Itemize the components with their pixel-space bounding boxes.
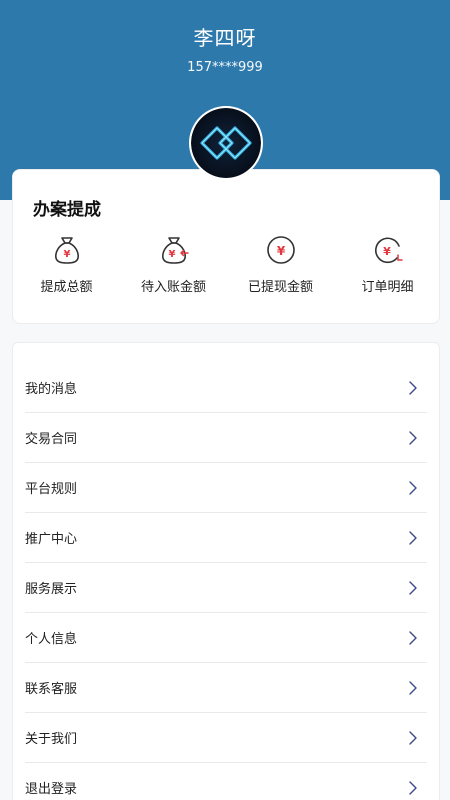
money-bag-incoming-icon: ¥ xyxy=(157,232,191,266)
chevron-right-icon xyxy=(407,380,419,396)
chevron-right-icon xyxy=(407,730,419,746)
yen-clock-icon: ¥ xyxy=(371,232,405,266)
menu-item-service-showcase[interactable]: 服务展示 xyxy=(25,563,427,613)
menu-item-contracts[interactable]: 交易合同 xyxy=(25,413,427,463)
menu-item-contact-support[interactable]: 联系客服 xyxy=(25,663,427,713)
menu-label: 推广中心 xyxy=(25,532,78,547)
menu-label: 个人信息 xyxy=(25,632,78,647)
chevron-right-icon xyxy=(407,630,419,646)
svg-text:¥: ¥ xyxy=(168,249,175,260)
menu-item-personal-info[interactable]: 个人信息 xyxy=(25,613,427,663)
menu-item-promotion-center[interactable]: 推广中心 xyxy=(25,513,427,563)
menu-label: 平台规则 xyxy=(25,482,78,497)
chevron-right-icon xyxy=(407,530,419,546)
chevron-right-icon xyxy=(407,580,419,596)
menu-label: 关于我们 xyxy=(25,732,78,747)
user-phone: 157****999 xyxy=(187,60,263,75)
stat-withdrawn-amount[interactable]: ¥ 已提现金额 xyxy=(227,232,334,302)
stat-label: 订单明细 xyxy=(361,280,414,295)
menu-list: 我的消息 交易合同 平台规则 推广中心 服务展示 个人信息 联系客服 关于我们 … xyxy=(12,342,440,800)
stat-order-details[interactable]: ¥ 订单明细 xyxy=(334,232,441,302)
chevron-right-icon xyxy=(407,680,419,696)
neon-diamond-logo-icon xyxy=(191,108,261,178)
menu-label: 交易合同 xyxy=(25,432,78,447)
commission-card: 办案提成 ¥ 提成总额 ¥ 待入账金额 ¥ 已提现金额 ¥ 订单明细 xyxy=(12,169,440,324)
chevron-right-icon xyxy=(407,430,419,446)
menu-item-logout[interactable]: 退出登录 xyxy=(25,763,427,800)
money-bag-icon: ¥ xyxy=(50,232,84,266)
avatar[interactable] xyxy=(189,106,263,180)
chevron-right-icon xyxy=(407,480,419,496)
svg-text:¥: ¥ xyxy=(276,244,285,258)
menu-label: 联系客服 xyxy=(25,682,78,697)
menu-item-messages[interactable]: 我的消息 xyxy=(25,363,427,413)
menu-label: 我的消息 xyxy=(25,382,78,397)
menu-label: 服务展示 xyxy=(25,582,78,597)
stat-total-commission[interactable]: ¥ 提成总额 xyxy=(13,232,120,302)
svg-text:¥: ¥ xyxy=(63,249,70,260)
user-name: 李四呀 xyxy=(193,26,257,50)
menu-item-about-us[interactable]: 关于我们 xyxy=(25,713,427,763)
menu-item-platform-rules[interactable]: 平台规则 xyxy=(25,463,427,513)
menu-label: 退出登录 xyxy=(25,782,78,797)
commission-title: 办案提成 xyxy=(33,200,101,220)
stat-label: 待入账金额 xyxy=(140,280,206,295)
chevron-right-icon xyxy=(407,780,419,796)
svg-text:¥: ¥ xyxy=(383,245,391,258)
stat-pending-amount[interactable]: ¥ 待入账金额 xyxy=(120,232,227,302)
stat-label: 提成总额 xyxy=(40,280,93,295)
stat-label: 已提现金额 xyxy=(247,280,313,295)
commission-stats: ¥ 提成总额 ¥ 待入账金额 ¥ 已提现金额 ¥ 订单明细 xyxy=(13,232,441,302)
yen-coin-icon: ¥ xyxy=(264,232,298,266)
